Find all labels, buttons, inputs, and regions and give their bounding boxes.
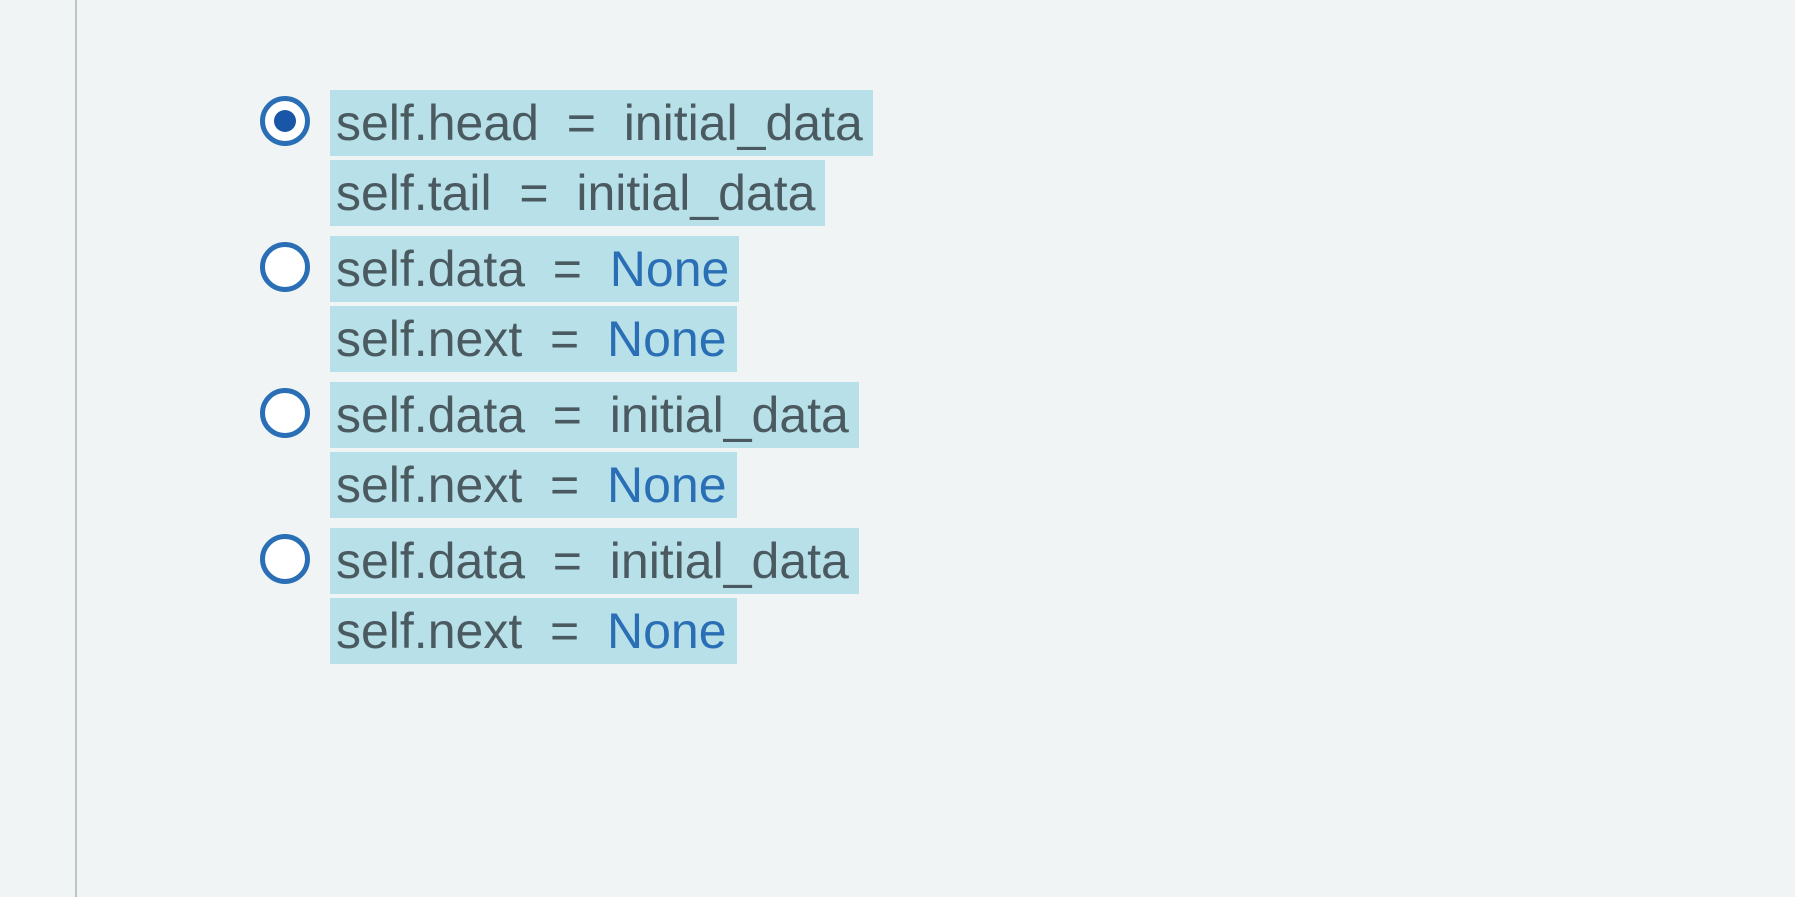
code-block-4: self.data = initial_data self.next = Non… (330, 528, 859, 668)
code-text: self.data = (336, 241, 610, 297)
code-text: self.tail = (336, 165, 576, 221)
option-1: self.head = initial_data self.tail = ini… (260, 90, 873, 230)
code-line: self.tail = initial_data (330, 160, 825, 226)
code-line: self.next = None (330, 306, 737, 372)
code-line: self.head = initial_data (330, 90, 873, 156)
option-2: self.data = None self.next = None (260, 236, 873, 376)
code-text: self.data = (336, 387, 610, 443)
code-text: self.next = (336, 603, 607, 659)
radio-option-2[interactable] (260, 242, 310, 292)
code-block-2: self.data = None self.next = None (330, 236, 739, 376)
option-3: self.data = initial_data self.next = Non… (260, 382, 873, 522)
code-value: initial_data (624, 95, 863, 151)
code-line: self.data = None (330, 236, 739, 302)
code-value: initial_data (610, 533, 849, 589)
code-text: self.next = (336, 311, 607, 367)
sidebar-divider (75, 0, 77, 897)
code-block-3: self.data = initial_data self.next = Non… (330, 382, 859, 522)
radio-option-3[interactable] (260, 388, 310, 438)
code-line: self.data = initial_data (330, 382, 859, 448)
code-line: self.data = initial_data (330, 528, 859, 594)
code-value: None (607, 311, 727, 367)
code-line: self.next = None (330, 598, 737, 664)
code-text: self.data = (336, 533, 610, 589)
code-text: self.head = (336, 95, 624, 151)
code-text: self.next = (336, 457, 607, 513)
options-list: self.head = initial_data self.tail = ini… (260, 90, 873, 674)
option-4: self.data = initial_data self.next = Non… (260, 528, 873, 668)
code-block-1: self.head = initial_data self.tail = ini… (330, 90, 873, 230)
code-line: self.next = None (330, 452, 737, 518)
code-value: None (610, 241, 730, 297)
code-value: None (607, 457, 727, 513)
code-value: initial_data (576, 165, 815, 221)
code-value: initial_data (610, 387, 849, 443)
code-value: None (607, 603, 727, 659)
radio-option-1[interactable] (260, 96, 310, 146)
radio-option-4[interactable] (260, 534, 310, 584)
